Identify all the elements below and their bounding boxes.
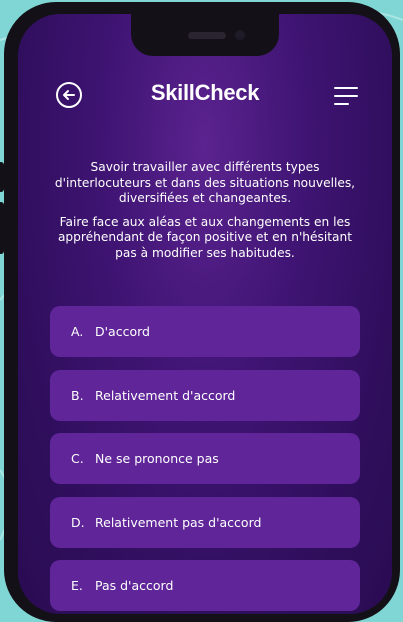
answer-letter: E. [71,578,83,593]
phone-volume-button [0,202,4,254]
answer-label: Relativement d'accord [95,387,236,403]
question-text: Savoir travailler avec différents types … [48,160,362,269]
menu-icon [334,87,358,90]
menu-icon-line [334,95,358,98]
question-paragraph: Savoir travailler avec différents types … [54,160,356,205]
phone-side-button [0,162,4,192]
menu-button[interactable] [334,86,360,108]
answer-option-b[interactable]: B. Relativement d'accord [50,369,360,421]
speaker-grille [188,32,226,39]
answer-label: Relativement pas d'accord [95,514,262,530]
answer-option-d[interactable]: D. Relativement pas d'accord [50,496,360,548]
answer-letter: B. [71,387,84,403]
answer-list: A. D'accord B. Relativement d'accord C. … [50,306,360,614]
app-screen: SkillCheck Savoir travailler avec différ… [18,14,392,614]
answer-label: D'accord [95,324,150,339]
phone-notch [131,14,279,56]
answer-letter: D. [71,514,85,530]
answer-option-a[interactable]: A. D'accord [50,306,360,357]
menu-icon-line [334,103,349,106]
question-paragraph: Faire face aux aléas et aux changements … [57,214,353,260]
answer-letter: A. [71,324,84,339]
app-header: SkillCheck [18,78,392,114]
phone-frame: SkillCheck Savoir travailler avec différ… [0,2,400,622]
answer-option-e[interactable]: E. Pas d'accord [50,560,360,611]
front-camera [235,30,245,40]
answer-letter: C. [71,451,84,466]
answer-option-c[interactable]: C. Ne se prononce pas [50,433,360,484]
answer-label: Pas d'accord [95,578,174,593]
answer-label: Ne se prononce pas [95,451,219,466]
